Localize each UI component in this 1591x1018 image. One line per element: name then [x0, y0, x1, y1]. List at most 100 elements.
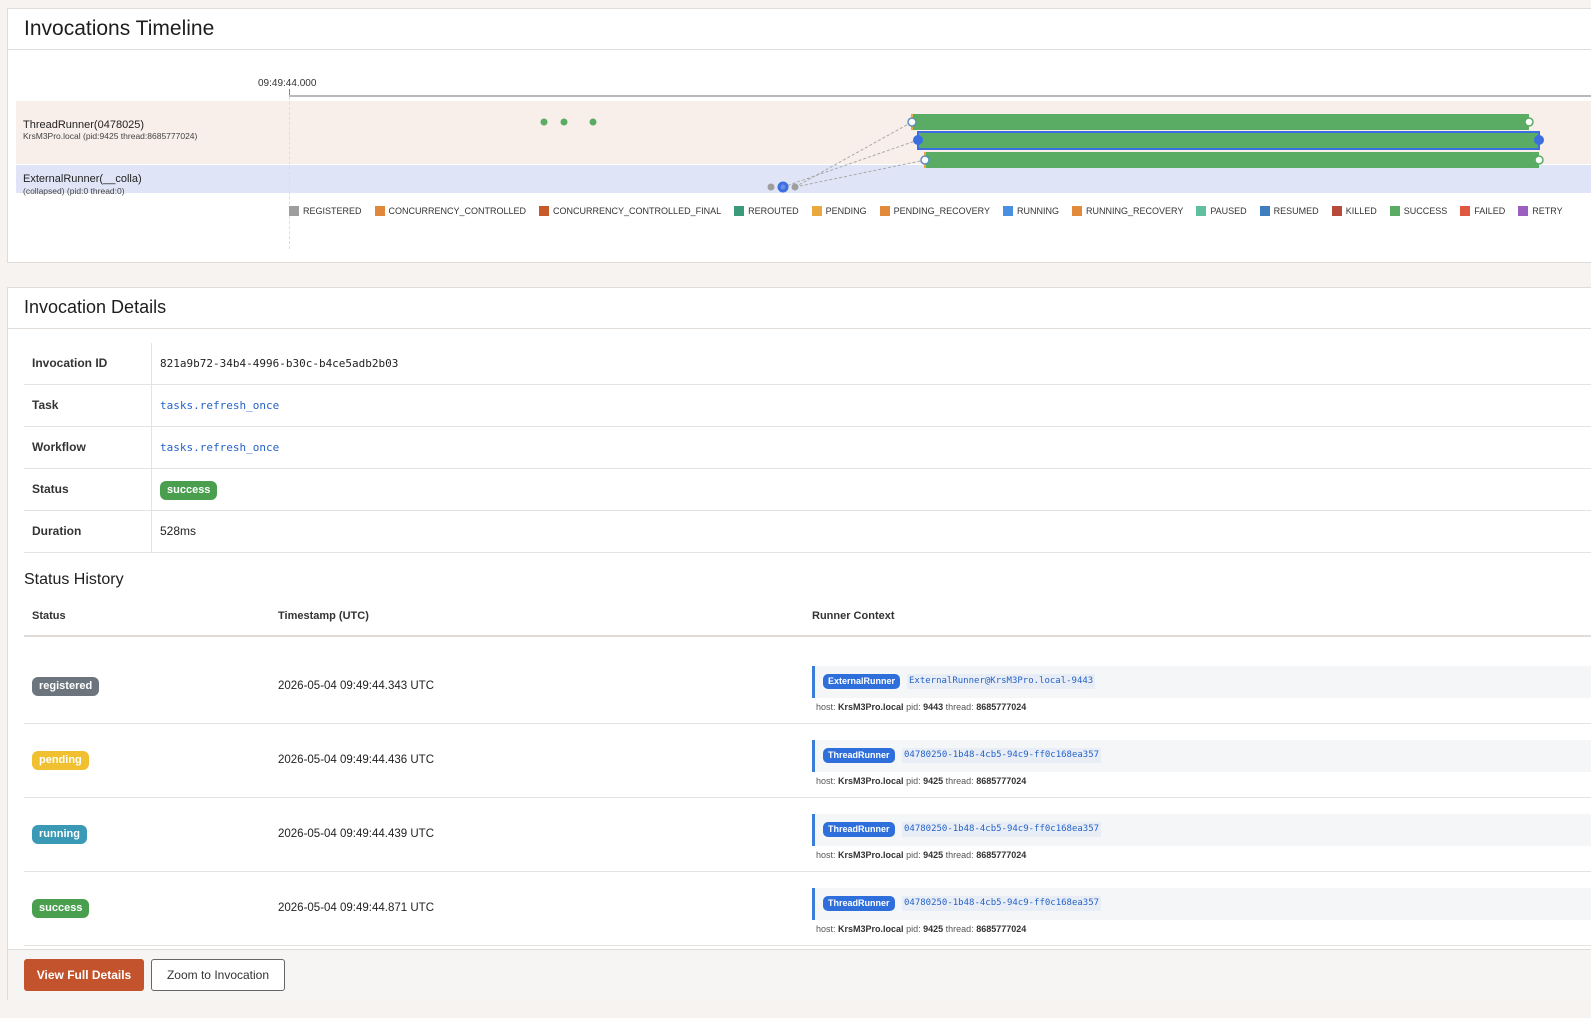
column-header-runner-context: Runner Context: [812, 610, 895, 622]
history-timestamp: 2026-05-04 09:49:44.343 UTC: [278, 680, 434, 692]
runner-host-info: host: KrsM3Pro.local pid: 9443 thread: 8…: [816, 702, 1027, 712]
view-full-details-button[interactable]: View Full Details: [24, 959, 144, 991]
thread-value: 8685777024: [976, 924, 1027, 934]
bar-end-handle: [1534, 155, 1544, 165]
runner-host-info: host: KrsM3Pro.local pid: 9425 thread: 8…: [816, 776, 1027, 786]
thread-value: 8685777024: [976, 776, 1027, 786]
history-row: success 2026-05-04 09:49:44.871 UTC Thread…: [24, 872, 1591, 946]
history-timestamp: 2026-05-04 09:49:44.871 UTC: [278, 902, 434, 914]
legend-label: PAUSED: [1210, 206, 1247, 216]
status-badge: success: [160, 481, 218, 500]
timeline-axis: [289, 95, 1591, 97]
runner-context: ExternalRunner ExternalRunner@KrsM3Pro.lo…: [812, 666, 1591, 698]
duration-value: 528ms: [160, 524, 197, 538]
legend-label: SUCCESS: [1403, 206, 1448, 216]
legend-item: PENDING_RECOVERY: [879, 206, 990, 216]
timeline-start-time: 09:49:44.000: [258, 78, 317, 89]
history-status-badge: running: [32, 825, 87, 844]
legend-item: RUNNING_RECOVERY: [1071, 206, 1183, 216]
legend-swatch: [1196, 206, 1207, 216]
detail-key: Duration: [24, 511, 152, 552]
details-footer: View Full Details Zoom to Invocation: [8, 949, 1591, 1000]
pid-value: 9425: [923, 776, 944, 786]
legend-swatch: [1259, 206, 1270, 216]
external-dot: [791, 183, 799, 191]
bar-start-handle: [920, 155, 930, 165]
zoom-to-invocation-button[interactable]: Zoom to Invocation: [151, 959, 285, 991]
runner-context: ThreadRunner 04780250-1b48-4cb5-94c9-ff0c…: [812, 888, 1591, 920]
legend-item: RUNNING: [1002, 206, 1059, 216]
history-row: pending 2026-05-04 09:49:44.436 UTC Thread…: [24, 724, 1591, 798]
detail-row-workflow: Workflow tasks.refresh_once: [24, 427, 1591, 469]
legend-item: FAILED: [1460, 206, 1505, 216]
legend-label: CONCURRENCY_CONTROLLED: [388, 206, 527, 216]
legend-swatch: [1331, 206, 1342, 216]
workflow-link[interactable]: tasks.refresh_once: [160, 427, 279, 468]
host-value: KrsM3Pro.local: [838, 776, 904, 786]
runner-host-info: host: KrsM3Pro.local pid: 9425 thread: 8…: [816, 924, 1027, 934]
history-status-badge: pending: [32, 751, 89, 770]
status-legend: REGISTERED CONCURRENCY_CONTROLLED CONCURRE…: [289, 206, 1576, 216]
invocation-bar-selected: [917, 131, 1540, 150]
runner-host-info: host: KrsM3Pro.local pid: 9425 thread: 8…: [816, 850, 1027, 860]
invocation-bar: [925, 152, 1539, 168]
legend-swatch: [289, 206, 299, 216]
details-header: Invocation Details: [8, 288, 1591, 329]
timeline-canvas[interactable]: [8, 99, 1591, 199]
legend-item: REGISTERED: [289, 206, 362, 216]
legend-item: RESUMED: [1259, 206, 1319, 216]
legend-swatch: [1518, 206, 1529, 216]
reroute-connector: [782, 139, 919, 188]
host-value: KrsM3Pro.local: [838, 850, 904, 860]
legend-item: REROUTED: [734, 206, 799, 216]
detail-key: Status: [24, 469, 152, 510]
host-value: KrsM3Pro.local: [838, 924, 904, 934]
history-timestamp: 2026-05-04 09:49:44.439 UTC: [278, 828, 434, 840]
legend-label: FAILED: [1474, 206, 1506, 216]
legend-swatch: [1460, 206, 1471, 216]
detail-row-status: Status success: [24, 469, 1591, 511]
task-link[interactable]: tasks.refresh_once: [160, 385, 279, 426]
legend-label: PENDING: [825, 206, 867, 216]
legend-label: RESUMED: [1273, 206, 1319, 216]
pid-value: 9425: [923, 850, 944, 860]
legend-swatch: [539, 206, 550, 216]
external-dot: [767, 183, 775, 191]
history-timestamp: 2026-05-04 09:49:44.436 UTC: [278, 754, 434, 766]
detail-row-task: Task tasks.refresh_once: [24, 385, 1591, 427]
legend-label: CONCURRENCY_CONTROLLED_FINAL: [553, 206, 722, 216]
legend-item: RETRY: [1518, 206, 1563, 216]
runner-context: ThreadRunner 04780250-1b48-4cb5-94c9-ff0c…: [812, 814, 1591, 846]
legend-swatch: [1389, 206, 1400, 216]
runner-type-badge: ExternalRunner: [823, 674, 901, 689]
legend-label: RUNNING: [1016, 206, 1059, 216]
invocation-bar: [912, 114, 1529, 130]
runner-type-badge: ThreadRunner: [823, 748, 895, 763]
runner-id-link[interactable]: 04780250-1b48-4cb5-94c9-ff0c168ea357: [902, 896, 1102, 911]
history-row: registered 2026-05-04 09:49:44.343 UTC Ext…: [24, 650, 1591, 724]
legend-swatch: [734, 206, 745, 216]
runner-type-badge: ThreadRunner: [823, 822, 895, 837]
legend-item: KILLED: [1331, 206, 1377, 216]
legend-label: REGISTERED: [303, 206, 362, 216]
runner-type-badge: ThreadRunner: [823, 896, 895, 911]
runner-id-link[interactable]: 04780250-1b48-4cb5-94c9-ff0c168ea357: [902, 822, 1102, 837]
legend-item: CONCURRENCY_CONTROLLED: [374, 206, 527, 216]
legend-label: KILLED: [1345, 206, 1377, 216]
runner-context: ThreadRunner 04780250-1b48-4cb5-94c9-ff0c…: [812, 740, 1591, 772]
detail-row-invocation-id: Invocation ID 821a9b72-34b4-4996-b30c-b4…: [24, 343, 1591, 385]
detail-key: Workflow: [24, 427, 152, 468]
timeline-title: Invocations Timeline: [24, 17, 215, 40]
host-value: KrsM3Pro.local: [838, 702, 904, 712]
legend-swatch: [1002, 206, 1013, 216]
pid-value: 9443: [923, 702, 944, 712]
thread-value: 8685777024: [976, 702, 1027, 712]
history-table-header: Status Timestamp (UTC) Runner Context: [24, 600, 1591, 637]
details-panel: Invocation Details Invocation ID 821a9b7…: [7, 287, 1591, 1000]
runner-id-link[interactable]: 04780250-1b48-4cb5-94c9-ff0c168ea357: [902, 748, 1102, 763]
legend-label: PENDING_RECOVERY: [893, 206, 990, 216]
history-status-badge: success: [32, 899, 90, 918]
bar-start-handle: [907, 117, 917, 127]
invocation-id-value: 821a9b72-34b4-4996-b30c-b4ce5adb2b03: [160, 357, 399, 370]
runner-id-link[interactable]: ExternalRunner@KrsM3Pro.local-9443: [907, 674, 1096, 689]
